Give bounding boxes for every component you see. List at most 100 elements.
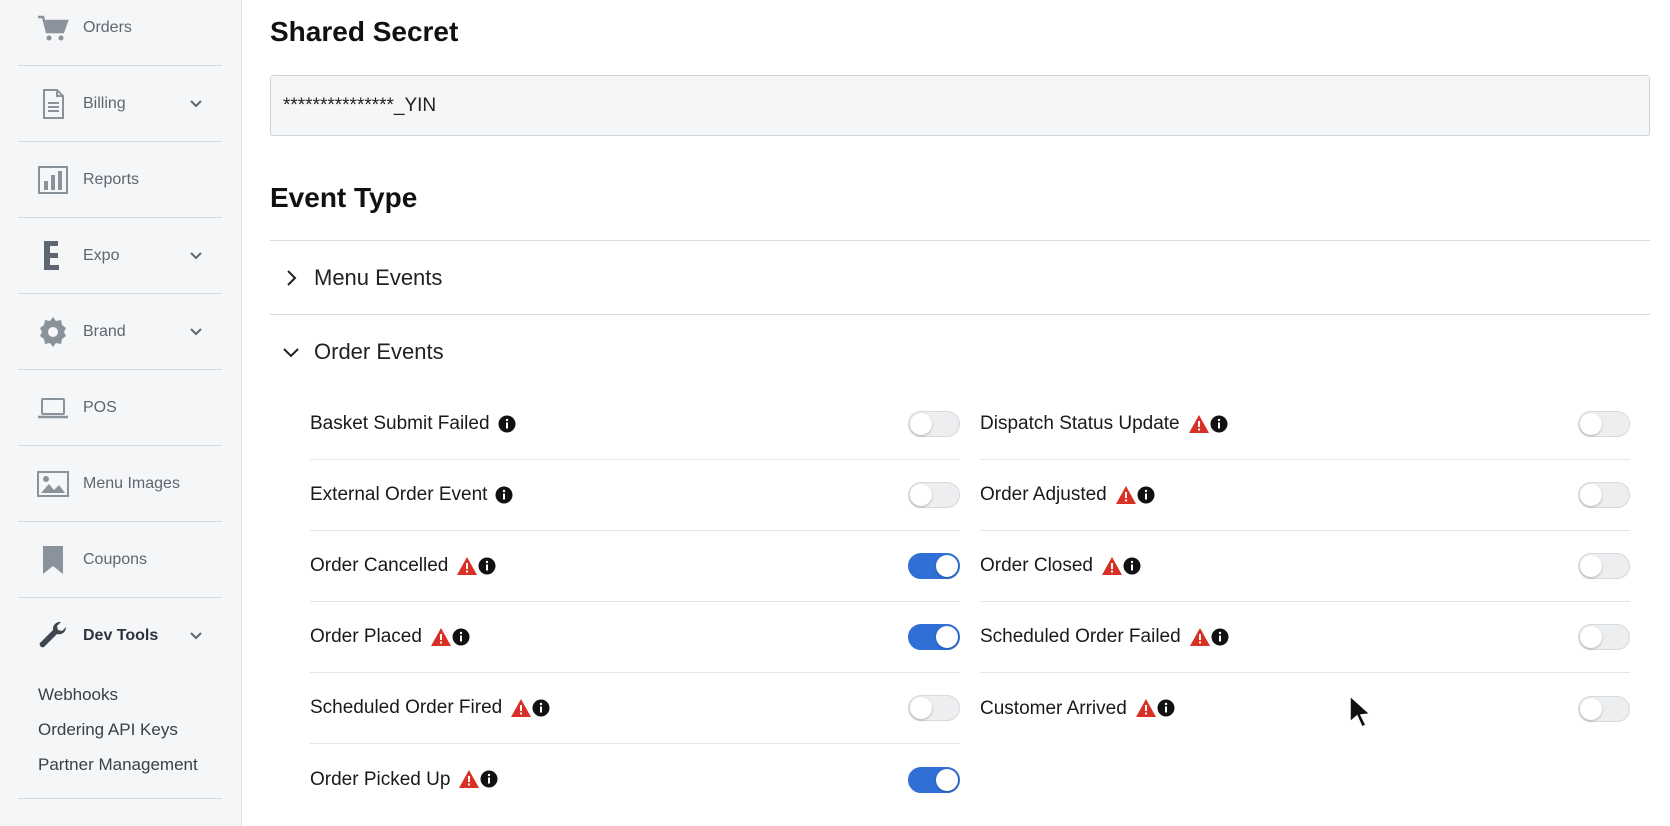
event-label-text: Dispatch Status Update xyxy=(980,413,1180,435)
info-icon[interactable] xyxy=(532,697,550,718)
event-label-text: Order Cancelled xyxy=(310,555,449,577)
chevron-down-icon[interactable] xyxy=(188,96,204,112)
warning-icon[interactable] xyxy=(1188,413,1210,434)
info-icon[interactable] xyxy=(452,626,470,647)
warning-icon[interactable] xyxy=(1101,555,1123,576)
info-icon[interactable] xyxy=(1210,413,1228,434)
warning-icon[interactable] xyxy=(1115,484,1137,505)
sidebar-divider xyxy=(18,798,222,799)
subnav-webhooks[interactable]: Webhooks xyxy=(38,677,198,712)
sidebar-item-label: Brand xyxy=(83,322,126,340)
warning-icon[interactable] xyxy=(430,626,452,647)
info-icon[interactable] xyxy=(1211,626,1229,647)
event-label-text: Order Placed xyxy=(310,626,422,648)
sidebar-item-expo[interactable]: Expo xyxy=(18,218,222,294)
subnav-ordering-api-keys[interactable]: Ordering API Keys xyxy=(38,712,198,747)
info-icon[interactable] xyxy=(495,484,513,505)
info-icon[interactable] xyxy=(498,413,516,434)
event-type-heading: Event Type xyxy=(270,182,418,213)
event-label: Order Closed xyxy=(980,555,1141,577)
chevron-down-icon xyxy=(280,341,302,363)
event-row-order-cancelled: Order Cancelled xyxy=(310,531,960,602)
divider xyxy=(270,314,1650,315)
event-icons xyxy=(458,768,498,790)
event-label: Order Adjusted xyxy=(980,484,1155,506)
event-icons xyxy=(510,697,550,719)
warning-icon[interactable] xyxy=(458,768,480,789)
event-icons xyxy=(456,555,496,577)
event-toggle-basket-submit-failed[interactable] xyxy=(908,411,960,437)
event-row-order-closed: Order Closed xyxy=(980,531,1630,602)
event-label: Order Cancelled xyxy=(310,555,496,577)
event-label-text: Scheduled Order Failed xyxy=(980,626,1181,648)
event-label-text: Customer Arrived xyxy=(980,697,1127,719)
event-label: Scheduled Order Fired xyxy=(310,697,550,719)
warning-icon[interactable] xyxy=(1135,697,1157,718)
sidebar-item-label: Reports xyxy=(83,170,140,188)
sidebar-item-label: Billing xyxy=(83,94,126,112)
event-icons xyxy=(1115,484,1155,506)
bookmark-icon xyxy=(36,543,70,577)
toggle-knob xyxy=(910,413,932,435)
info-icon[interactable] xyxy=(480,768,498,789)
laptop-icon xyxy=(36,391,70,425)
event-row-basket-submit-failed: Basket Submit Failed xyxy=(310,389,960,460)
info-icon[interactable] xyxy=(1123,555,1141,576)
event-toggle-scheduled-order-failed[interactable] xyxy=(1578,624,1630,650)
expo-logo-icon xyxy=(36,239,70,273)
event-label-text: Scheduled Order Fired xyxy=(310,697,503,719)
event-toggle-scheduled-order-fired[interactable] xyxy=(908,695,960,721)
toggle-knob xyxy=(1580,413,1602,435)
event-toggle-dispatch-status-update[interactable] xyxy=(1578,411,1630,437)
event-label-text: Basket Submit Failed xyxy=(310,413,490,435)
info-icon[interactable] xyxy=(478,555,496,576)
event-toggle-order-placed[interactable] xyxy=(908,624,960,650)
sidebar-item-label: Orders xyxy=(83,18,132,36)
dev-tools-subnav: Webhooks Ordering API Keys Partner Manag… xyxy=(38,677,198,782)
menu-events-accordion[interactable]: Menu Events xyxy=(270,250,1650,306)
bar-chart-icon xyxy=(36,163,70,197)
chevron-down-icon[interactable] xyxy=(188,628,204,644)
menu-events-label: Menu Events xyxy=(314,265,443,290)
event-row-order-placed: Order Placed xyxy=(310,602,960,673)
event-toggle-order-cancelled[interactable] xyxy=(908,553,960,579)
subnav-partner-management[interactable]: Partner Management xyxy=(38,747,198,782)
sidebar-item-reports[interactable]: Reports xyxy=(18,142,222,218)
document-icon xyxy=(36,87,70,121)
event-toggle-order-picked-up[interactable] xyxy=(908,766,960,793)
toggle-knob xyxy=(910,697,932,719)
sidebar-item-orders[interactable]: Orders xyxy=(18,0,222,66)
chevron-down-icon[interactable] xyxy=(188,248,204,264)
sidebar-item-pos[interactable]: POS xyxy=(18,370,222,446)
sidebar: Orders Billing Reports Expo Brand POS Me… xyxy=(0,0,242,826)
wrench-icon xyxy=(36,619,70,653)
chevron-down-icon[interactable] xyxy=(188,324,204,340)
event-label: Basket Submit Failed xyxy=(310,413,516,435)
sidebar-item-billing[interactable]: Billing xyxy=(18,66,222,142)
event-toggle-customer-arrived[interactable] xyxy=(1578,695,1630,722)
event-label-text: Order Picked Up xyxy=(310,768,451,790)
event-row-dispatch-status-update: Dispatch Status Update xyxy=(980,389,1630,460)
warning-icon[interactable] xyxy=(510,697,532,718)
shared-secret-heading: Shared Secret xyxy=(270,16,459,47)
event-row-scheduled-order-failed: Scheduled Order Failed xyxy=(980,602,1630,673)
order-events-accordion[interactable]: Order Events xyxy=(270,324,1650,380)
event-toggle-order-adjusted[interactable] xyxy=(1578,482,1630,508)
sidebar-item-coupons[interactable]: Coupons xyxy=(18,522,222,598)
event-toggle-external-order-event[interactable] xyxy=(908,482,960,508)
shared-secret-input[interactable] xyxy=(270,75,1650,136)
sidebar-item-label: Expo xyxy=(83,246,120,264)
info-icon[interactable] xyxy=(1157,697,1175,718)
warning-icon[interactable] xyxy=(1189,626,1211,647)
toggle-knob xyxy=(1580,697,1602,720)
info-icon[interactable] xyxy=(1137,484,1155,505)
event-toggle-order-closed[interactable] xyxy=(1578,553,1630,579)
warning-icon[interactable] xyxy=(456,555,478,576)
divider xyxy=(270,240,1650,241)
event-label: Dispatch Status Update xyxy=(980,413,1228,435)
sidebar-item-menu-images[interactable]: Menu Images xyxy=(18,446,222,522)
mouse-cursor-icon xyxy=(1349,694,1372,729)
event-label-text: External Order Event xyxy=(310,484,488,506)
sidebar-item-brand[interactable]: Brand xyxy=(18,294,222,370)
sidebar-item-dev-tools[interactable]: Dev Tools xyxy=(18,598,222,674)
